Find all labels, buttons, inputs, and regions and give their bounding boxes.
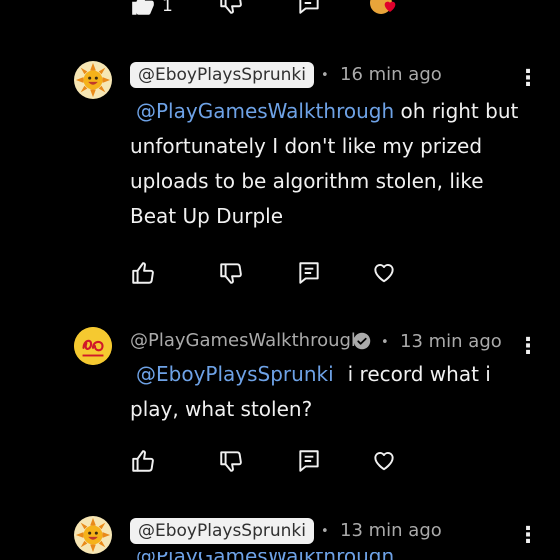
top-like-count: 1 [162,0,173,16]
author-name-badge[interactable]: @EboyPlaysSprunki [130,62,314,88]
channel-logo-icon [74,327,112,365]
comment-body: @EboyPlaysSprunki i record what i play, w… [130,357,525,427]
avatar[interactable] [74,327,112,365]
mention-link[interactable]: @PlayGamesWalkthrough [136,99,394,123]
comment-timestamp: 16 min ago [340,64,442,85]
comment-body-clipped: @PlayGamesWalkthrough [130,552,540,560]
avatar[interactable] [74,516,112,554]
heart-icon[interactable] [371,447,397,473]
avatar[interactable] [74,61,112,99]
meta-separator: • [321,68,329,83]
mention-link[interactable]: @PlayGamesWalkthrough [130,552,394,560]
mention-link[interactable]: @EboyPlaysSprunki [136,362,334,386]
thumbs-down-icon[interactable] [218,0,244,16]
reply-icon[interactable] [296,448,322,474]
thumbs-up-icon[interactable] [130,260,156,286]
reply-icon[interactable] [296,0,322,16]
comment-timestamp: 13 min ago [340,520,442,541]
meta-separator: • [321,524,329,539]
meta-separator: • [381,335,389,350]
heart-icon [382,0,398,14]
thumbs-down-icon[interactable] [218,448,244,474]
sun-avatar-icon [74,61,112,99]
creator-heart-badge [370,0,400,18]
comment-body: @PlayGamesWalkthrough oh right but unfor… [130,94,525,234]
author-name-badge[interactable]: @EboyPlaysSprunki [130,518,314,544]
thumbs-down-icon[interactable] [218,260,244,286]
thumbs-up-icon[interactable] [130,448,156,474]
thumbs-up-icon[interactable] [130,0,156,18]
more-vertical-icon[interactable]: ⋮ [517,336,539,358]
author-name[interactable]: @PlayGamesWalkthrough [130,330,362,351]
heart-icon[interactable] [371,259,397,285]
reply-icon[interactable] [296,260,322,286]
sun-avatar-icon [74,516,112,554]
comment-timestamp: 13 min ago [400,331,502,352]
verified-icon [353,332,371,350]
more-vertical-icon[interactable]: ⋮ [517,525,539,547]
more-vertical-icon[interactable]: ⋮ [517,68,539,90]
